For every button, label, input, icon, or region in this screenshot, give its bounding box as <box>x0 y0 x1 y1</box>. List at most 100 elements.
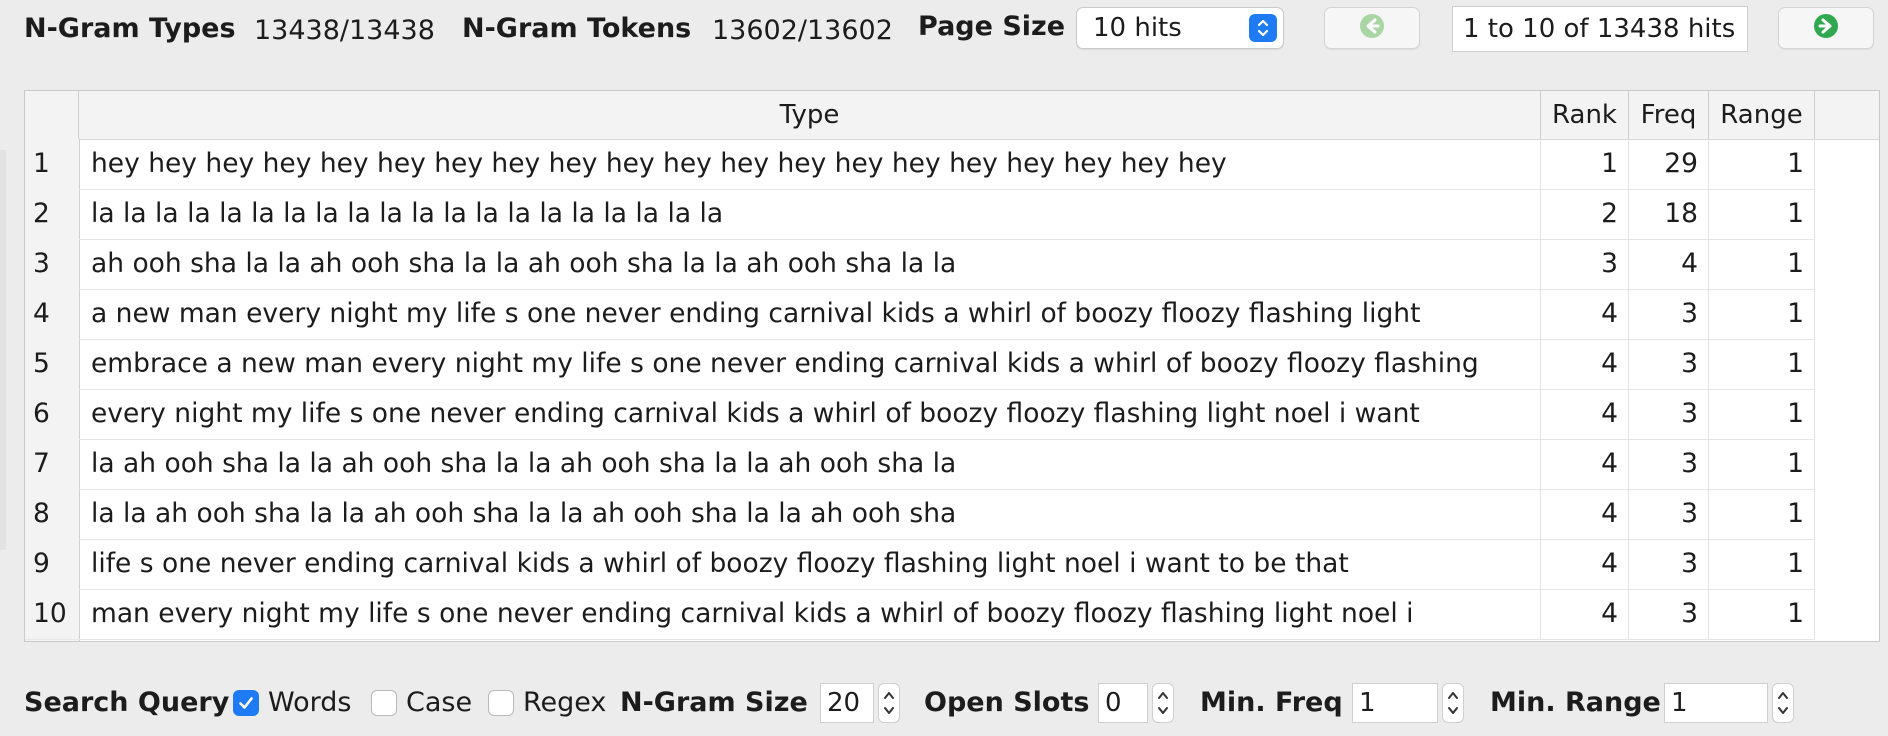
open-slots-label: Open Slots <box>924 687 1090 718</box>
page-info-field[interactable]: 1 to 10 of 13438 hits <box>1452 6 1748 52</box>
table-row[interactable]: 8 la la ah ooh sha la la ah ooh sha la l… <box>25 489 1815 540</box>
type-cell: every night my life s one never ending c… <box>79 389 1541 439</box>
min-range-field[interactable]: 1 <box>1664 683 1768 723</box>
type-cell: a new man every night my life s one neve… <box>79 289 1541 339</box>
range-cell: 1 <box>1709 389 1815 439</box>
next-page-button[interactable] <box>1778 7 1874 49</box>
table-row[interactable]: 5 embrace a new man every night my life … <box>25 339 1815 390</box>
row-number: 7 <box>25 439 79 489</box>
ngram-size-field[interactable]: 20 <box>820 683 874 723</box>
freq-cell: 3 <box>1629 439 1709 489</box>
range-cell: 1 <box>1709 239 1815 289</box>
arrow-left-circle-icon <box>1358 12 1386 44</box>
page-size-label: Page Size <box>918 11 1066 42</box>
previous-page-button[interactable] <box>1324 7 1420 49</box>
rank-cell: 4 <box>1541 489 1629 539</box>
stepper-arrows-icon <box>1158 692 1168 714</box>
range-cell: 1 <box>1709 539 1815 589</box>
ngram-size-value: 20 <box>827 688 861 718</box>
rank-cell: 4 <box>1541 439 1629 489</box>
row-number: 4 <box>25 289 79 339</box>
type-cell: ah ooh sha la la ah ooh sha la la ah ooh… <box>79 239 1541 289</box>
type-cell: la la ah ooh sha la la ah ooh sha la la … <box>79 489 1541 539</box>
rank-cell: 4 <box>1541 589 1629 639</box>
min-freq-label: Min. Freq <box>1200 687 1343 718</box>
page-size-value: 10 hits <box>1093 13 1182 43</box>
page-size-select[interactable]: 10 hits <box>1076 7 1284 49</box>
freq-cell: 29 <box>1629 139 1709 189</box>
min-freq-value: 1 <box>1359 688 1376 718</box>
range-cell: 1 <box>1709 189 1815 239</box>
table-row[interactable]: 2 la la la la la la la la la la la la la… <box>25 189 1815 240</box>
range-cell: 1 <box>1709 589 1815 639</box>
range-cell: 1 <box>1709 139 1815 189</box>
column-header-rank[interactable]: Rank <box>1541 91 1629 139</box>
row-number: 2 <box>25 189 79 239</box>
row-number: 10 <box>25 589 79 639</box>
type-cell: man every night my life s one never endi… <box>79 589 1541 639</box>
table-row[interactable]: 9 life s one never ending carnival kids … <box>25 539 1815 590</box>
table-row[interactable]: 1 hey hey hey hey hey hey hey hey hey he… <box>25 139 1815 190</box>
ngram-size-label: N-Gram Size <box>620 687 808 718</box>
rank-cell: 4 <box>1541 539 1629 589</box>
ngram-types-value: 13438/13438 <box>254 15 435 46</box>
row-number: 9 <box>25 539 79 589</box>
checkmark-icon <box>239 697 253 709</box>
stepper-arrows-icon <box>1448 692 1458 714</box>
words-label[interactable]: Words <box>268 686 351 720</box>
rank-cell: 1 <box>1541 139 1629 189</box>
row-number: 8 <box>25 489 79 539</box>
regex-label[interactable]: Regex <box>523 686 606 720</box>
arrow-right-circle-icon <box>1812 12 1840 44</box>
freq-cell: 3 <box>1629 289 1709 339</box>
table-row[interactable]: 7 la ah ooh sha la la ah ooh sha la la a… <box>25 439 1815 490</box>
ngram-types-label: N-Gram Types <box>24 13 236 44</box>
row-number: 5 <box>25 339 79 389</box>
min-range-stepper[interactable] <box>1772 683 1794 723</box>
range-cell: 1 <box>1709 439 1815 489</box>
table-row[interactable]: 10 man every night my life s one never e… <box>25 589 1815 640</box>
freq-cell: 3 <box>1629 339 1709 389</box>
rank-cell: 4 <box>1541 339 1629 389</box>
min-range-label: Min. Range <box>1490 687 1661 718</box>
type-cell: hey hey hey hey hey hey hey hey hey hey … <box>79 139 1541 189</box>
freq-cell: 3 <box>1629 489 1709 539</box>
range-cell: 1 <box>1709 489 1815 539</box>
column-header-type[interactable]: Type <box>79 91 1541 139</box>
row-number: 1 <box>25 139 79 189</box>
range-cell: 1 <box>1709 339 1815 389</box>
type-cell: life s one never ending carnival kids a … <box>79 539 1541 589</box>
row-number-header <box>25 91 79 139</box>
min-freq-stepper[interactable] <box>1442 683 1464 723</box>
ngram-size-stepper[interactable] <box>878 683 900 723</box>
ngram-tokens-value: 13602/13602 <box>712 15 893 46</box>
search-query-label: Search Query <box>24 687 230 718</box>
open-slots-stepper[interactable] <box>1152 683 1174 723</box>
column-header-freq[interactable]: Freq <box>1629 91 1709 139</box>
rank-cell: 4 <box>1541 289 1629 339</box>
freq-cell: 3 <box>1629 389 1709 439</box>
min-freq-field[interactable]: 1 <box>1352 683 1438 723</box>
open-slots-value: 0 <box>1105 688 1122 718</box>
ngram-tokens-label: N-Gram Tokens <box>462 13 692 44</box>
column-header-range[interactable]: Range <box>1709 91 1815 139</box>
open-slots-field[interactable]: 0 <box>1098 683 1148 723</box>
type-cell: la la la la la la la la la la la la la l… <box>79 189 1541 239</box>
table-row[interactable]: 6 every night my life s one never ending… <box>25 389 1815 440</box>
results-table[interactable]: Type Rank Freq Range 1 hey hey hey hey h… <box>24 90 1880 642</box>
case-checkbox[interactable] <box>371 690 397 716</box>
row-number: 3 <box>25 239 79 289</box>
words-checkbox[interactable] <box>233 690 259 716</box>
row-number: 6 <box>25 389 79 439</box>
freq-cell: 4 <box>1629 239 1709 289</box>
page-info-text: 1 to 10 of 13438 hits <box>1463 14 1736 44</box>
range-cell: 1 <box>1709 289 1815 339</box>
freq-cell: 3 <box>1629 539 1709 589</box>
window-edge <box>0 150 6 550</box>
case-label[interactable]: Case <box>406 686 472 720</box>
table-row[interactable]: 3 ah ooh sha la la ah ooh sha la la ah o… <box>25 239 1815 290</box>
rank-cell: 2 <box>1541 189 1629 239</box>
regex-checkbox[interactable] <box>488 690 514 716</box>
table-row[interactable]: 4 a new man every night my life s one ne… <box>25 289 1815 340</box>
rank-cell: 3 <box>1541 239 1629 289</box>
